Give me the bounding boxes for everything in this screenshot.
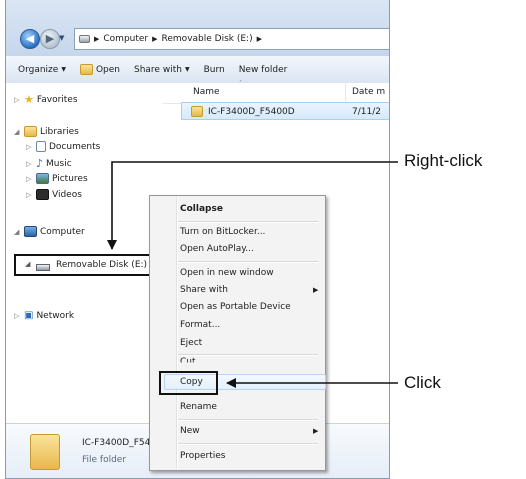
right-click-annotation: Right-click — [404, 151, 483, 170]
annotation-overlay — [107, 161, 398, 388]
click-annotation: Click — [404, 373, 441, 392]
right-click-arrow — [107, 161, 398, 250]
